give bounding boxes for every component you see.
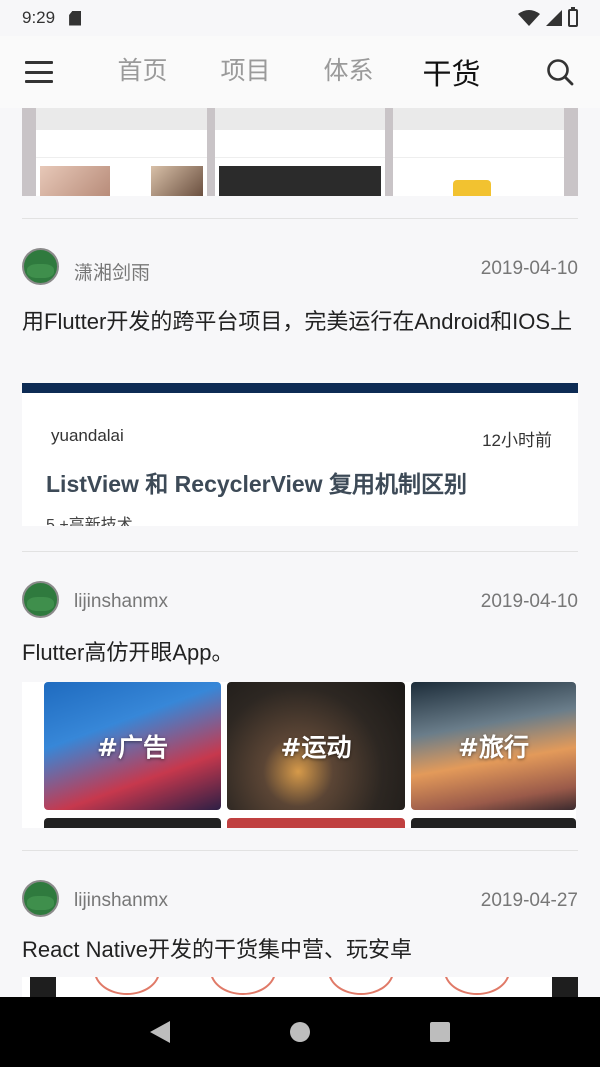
image-subtext: 5 +高新技术 <box>46 517 133 526</box>
recents-icon[interactable] <box>430 1022 450 1042</box>
signal-icon <box>546 10 562 26</box>
image-headline: ListView 和 RecyclerView 复用机制区别 <box>46 471 467 497</box>
tile-ads: #广告 <box>44 682 221 810</box>
tab-bar: 首页 项目 体系 干货 <box>91 51 503 93</box>
divider <box>22 218 578 219</box>
tab-home[interactable]: 首页 <box>91 51 194 93</box>
tile-partial <box>411 818 576 828</box>
home-icon[interactable] <box>290 1022 310 1042</box>
avatar[interactable] <box>22 880 59 917</box>
screenshot-thumb <box>36 108 207 196</box>
avatar[interactable] <box>22 248 59 285</box>
divider <box>22 850 578 851</box>
post-date: 2019-04-10 <box>480 258 578 279</box>
tab-gank[interactable]: 干货 <box>400 51 503 93</box>
screenshot-thumb <box>393 108 565 196</box>
divider <box>22 551 578 552</box>
tab-system[interactable]: 体系 <box>297 51 400 93</box>
post-image[interactable]: #广告 #运动 #旅行 <box>22 682 576 828</box>
post-image[interactable]: yuandalai 12小时前 ListView 和 RecyclerView … <box>22 383 578 526</box>
image-time: 12小时前 <box>482 431 552 450</box>
post-title[interactable]: 用Flutter开发的跨平台项目，完美运行在Android和IOS上 <box>22 305 578 339</box>
tile-travel: #旅行 <box>411 682 576 810</box>
post-author[interactable]: lijinshanmx <box>74 890 168 912</box>
post-image-partial[interactable] <box>22 108 578 196</box>
battery-icon <box>568 7 578 27</box>
tab-projects[interactable]: 项目 <box>194 51 297 93</box>
feed-list[interactable]: 潇湘剑雨 2019-04-10 用Flutter开发的跨平台项目，完美运行在An… <box>0 108 600 997</box>
system-nav-bar <box>0 997 600 1067</box>
post-date: 2019-04-10 <box>480 591 578 612</box>
post-title[interactable]: Flutter高仿开眼App。 <box>22 636 578 670</box>
tile-sports: #运动 <box>227 682 405 810</box>
wifi-icon <box>518 10 540 26</box>
sd-card-icon <box>69 10 82 26</box>
back-icon[interactable] <box>150 1021 170 1043</box>
image-username: yuandalai <box>51 426 124 445</box>
image-header-bar <box>22 383 578 393</box>
tile-partial <box>44 818 221 828</box>
status-icons <box>518 7 578 27</box>
tile-partial <box>227 818 405 828</box>
post-title[interactable]: React Native开发的干货集中营、玩安卓 <box>22 933 578 967</box>
status-bar: 9:29 <box>0 0 600 36</box>
post-author[interactable]: lijinshanmx <box>74 591 168 613</box>
status-time: 9:29 <box>22 8 56 27</box>
menu-icon[interactable] <box>25 61 53 83</box>
app-bar: 首页 项目 体系 干货 <box>0 36 600 108</box>
search-icon[interactable] <box>546 58 574 86</box>
screenshot-thumb <box>214 108 386 196</box>
post-image[interactable] <box>22 977 578 997</box>
avatar[interactable] <box>22 581 59 618</box>
post-author[interactable]: 潇湘剑雨 <box>74 258 150 285</box>
post-date: 2019-04-27 <box>480 890 578 911</box>
